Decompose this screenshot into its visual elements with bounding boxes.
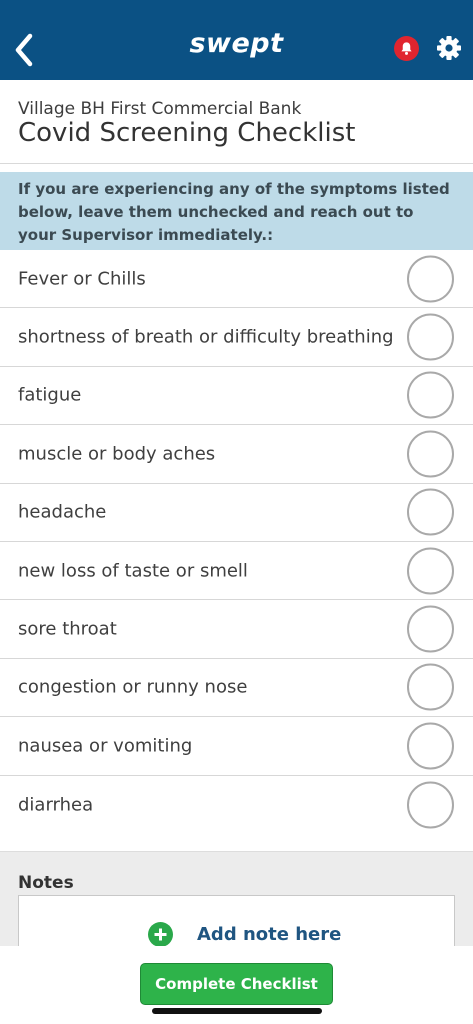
checklist-item-label: Fever or Chills bbox=[18, 268, 146, 290]
checklist-item-label: nausea or vomiting bbox=[18, 735, 193, 757]
checkbox-circle[interactable] bbox=[407, 255, 454, 303]
checklist-item-label: shortness of breath or difficulty breath… bbox=[18, 326, 394, 348]
notes-section: Notes Add note here bbox=[0, 851, 473, 955]
page-title: Covid Screening Checklist bbox=[18, 118, 356, 148]
checkbox-circle[interactable] bbox=[407, 781, 454, 829]
checklist-item-label: congestion or runny nose bbox=[18, 676, 248, 698]
plus-circle-icon bbox=[148, 922, 173, 947]
add-note-label: Add note here bbox=[197, 924, 342, 945]
complete-checklist-button[interactable]: Complete Checklist bbox=[140, 963, 333, 1005]
checklist-item[interactable]: Fever or Chills bbox=[0, 250, 473, 309]
checklist-item-label: diarrhea bbox=[18, 794, 94, 816]
footer-bar: Complete Checklist bbox=[0, 946, 473, 1024]
app-header: swept bbox=[0, 0, 473, 80]
instructions-banner: If you are experiencing any of the sympt… bbox=[0, 172, 473, 250]
symptom-list: Fever or Chills shortness of breath or d… bbox=[0, 250, 473, 834]
checklist-item-label: sore throat bbox=[18, 618, 117, 640]
location-name: Village BH First Commercial Bank bbox=[18, 99, 302, 119]
notes-heading: Notes bbox=[18, 873, 74, 893]
checklist-item[interactable]: headache bbox=[0, 484, 473, 542]
add-note-button[interactable]: Add note here bbox=[148, 922, 341, 947]
checklist-item-label: fatigue bbox=[18, 384, 82, 406]
bell-icon bbox=[401, 42, 412, 55]
checklist-item[interactable]: muscle or body aches bbox=[0, 425, 473, 484]
home-indicator[interactable] bbox=[152, 1008, 322, 1014]
checklist-item[interactable]: diarrhea bbox=[0, 776, 473, 834]
checklist-item[interactable]: fatigue bbox=[0, 367, 473, 426]
checkbox-circle[interactable] bbox=[407, 605, 454, 653]
checkbox-circle[interactable] bbox=[407, 430, 454, 478]
checklist-item[interactable]: nausea or vomiting bbox=[0, 717, 473, 776]
checklist-item-label: new loss of taste or smell bbox=[18, 560, 248, 582]
checklist-item[interactable]: congestion or runny nose bbox=[0, 659, 473, 718]
checkbox-circle[interactable] bbox=[407, 313, 454, 361]
checklist-item[interactable]: new loss of taste or smell bbox=[0, 542, 473, 601]
checklist-item[interactable]: shortness of breath or difficulty breath… bbox=[0, 308, 473, 367]
checkbox-circle[interactable] bbox=[407, 547, 454, 595]
checklist-item[interactable]: sore throat bbox=[0, 600, 473, 659]
checkbox-circle[interactable] bbox=[407, 663, 454, 711]
gear-icon bbox=[437, 36, 461, 60]
notifications-button[interactable] bbox=[394, 36, 419, 61]
checkbox-circle[interactable] bbox=[407, 722, 454, 770]
checklist-item-label: headache bbox=[18, 501, 107, 523]
checklist-header: Village BH First Commercial Bank Covid S… bbox=[0, 80, 473, 164]
checkbox-circle[interactable] bbox=[407, 371, 454, 419]
checkbox-circle[interactable] bbox=[407, 488, 454, 536]
settings-button[interactable] bbox=[436, 35, 462, 61]
checklist-item-label: muscle or body aches bbox=[18, 443, 216, 465]
